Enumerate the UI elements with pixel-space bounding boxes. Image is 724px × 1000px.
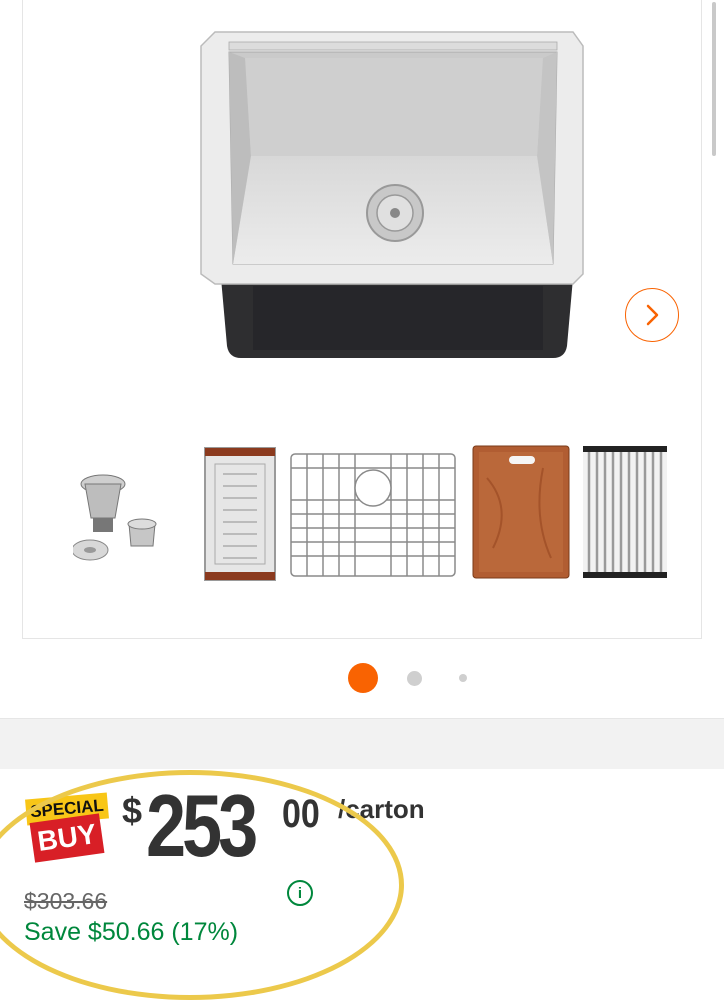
chevron-right-icon	[646, 304, 659, 326]
price-unit: /carton	[338, 794, 425, 824]
was-price: $303.66	[24, 888, 108, 914]
next-image-button[interactable]	[625, 288, 679, 342]
price-currency: $	[122, 790, 143, 831]
bottom-grid-icon	[290, 453, 456, 577]
colander-icon	[204, 447, 276, 581]
badge-bottom-label: BUY	[29, 813, 105, 863]
info-icon[interactable]: i	[287, 880, 313, 906]
savings-text: Save $50.66 (17%)	[24, 918, 239, 946]
product-image-card	[22, 0, 702, 639]
pagination-dot[interactable]	[407, 671, 422, 686]
product-main-image[interactable]	[173, 28, 593, 368]
pagination-dot[interactable]	[459, 674, 467, 682]
drain-strainer-icon	[73, 474, 157, 561]
drying-rack-icon	[583, 446, 667, 578]
price-cents: 00	[282, 792, 320, 836]
product-accessories-image	[73, 445, 667, 581]
price-dollars: 253	[146, 776, 258, 875]
special-buy-badge: SPECIAL BUY	[24, 792, 110, 864]
scrollbar-thumb[interactable]	[712, 2, 716, 156]
section-divider	[0, 718, 724, 769]
pagination-dot-active[interactable]	[348, 663, 378, 693]
cutting-board-icon	[472, 445, 570, 579]
info-icon-glyph: i	[297, 884, 303, 902]
